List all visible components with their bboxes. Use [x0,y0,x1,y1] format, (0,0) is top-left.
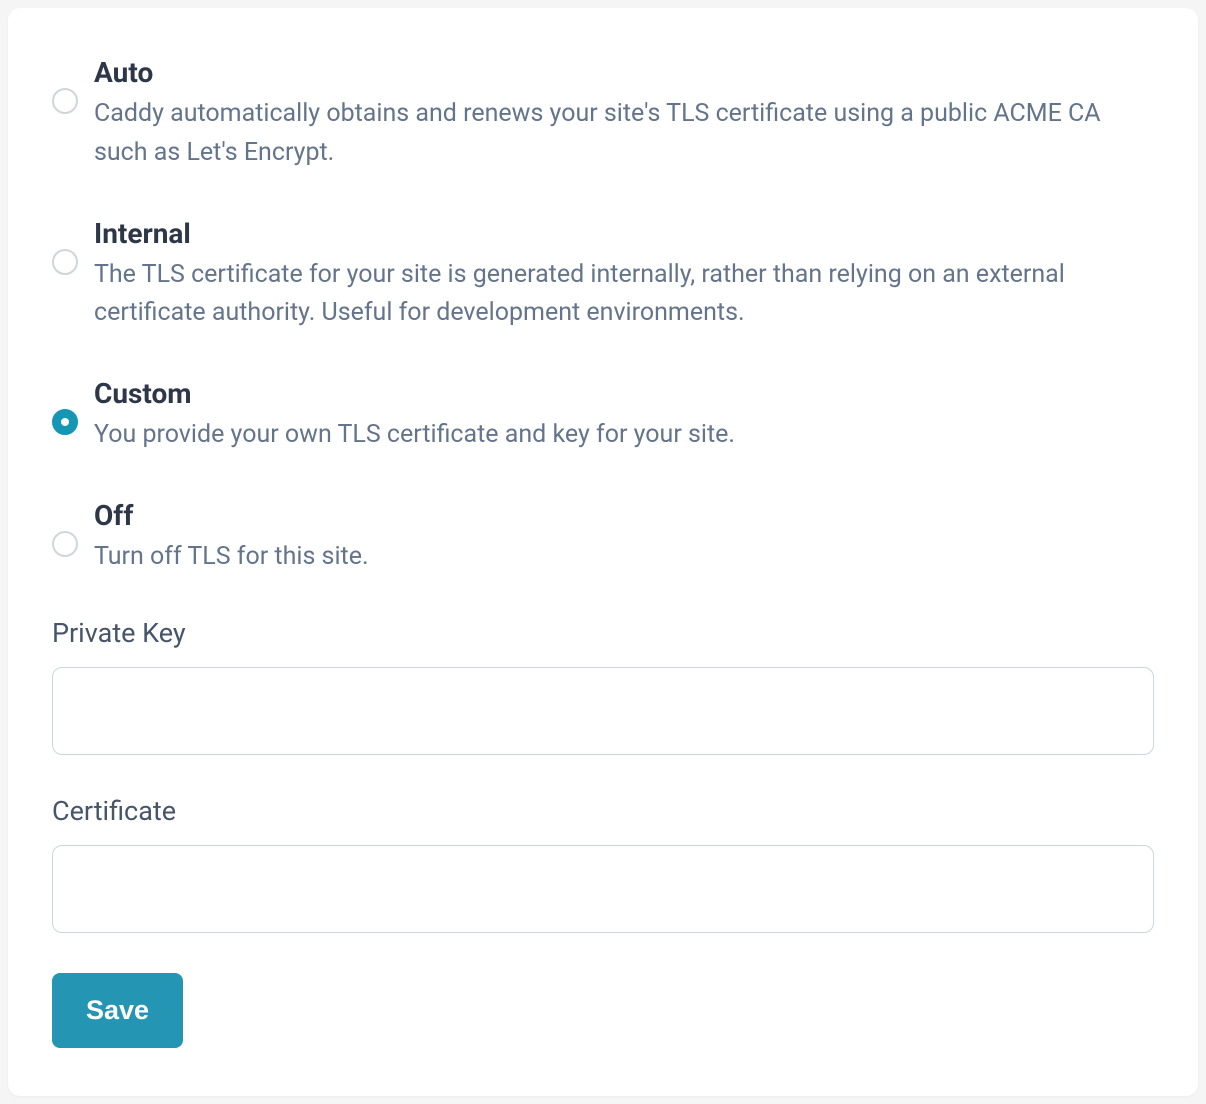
tls-option-internal[interactable]: Internal The TLS certificate for your si… [52,217,1154,334]
radio-icon [52,88,78,114]
radio-title: Off [94,499,1154,532]
radio-title: Auto [94,56,1154,89]
certificate-field: Certificate [52,795,1154,937]
radio-content: Auto Caddy automatically obtains and ren… [94,56,1154,173]
radio-title: Internal [94,217,1154,250]
radio-content: Internal The TLS certificate for your si… [94,217,1154,334]
private-key-input[interactable] [52,667,1154,755]
radio-title: Custom [94,377,1154,410]
radio-icon [52,409,78,435]
radio-icon [52,531,78,557]
tls-settings-card: Auto Caddy automatically obtains and ren… [8,8,1198,1096]
private-key-field: Private Key [52,617,1154,759]
radio-description: You provide your own TLS certificate and… [94,416,1154,455]
private-key-label: Private Key [52,617,1154,649]
tls-option-custom[interactable]: Custom You provide your own TLS certific… [52,377,1154,455]
tls-mode-radio-group: Auto Caddy automatically obtains and ren… [52,56,1154,577]
tls-option-off[interactable]: Off Turn off TLS for this site. [52,499,1154,577]
radio-content: Custom You provide your own TLS certific… [94,377,1154,455]
save-button[interactable]: Save [52,973,183,1048]
radio-description: Turn off TLS for this site. [94,538,1154,577]
certificate-label: Certificate [52,795,1154,827]
certificate-input[interactable] [52,845,1154,933]
radio-content: Off Turn off TLS for this site. [94,499,1154,577]
radio-icon [52,249,78,275]
radio-description: The TLS certificate for your site is gen… [94,256,1154,334]
tls-option-auto[interactable]: Auto Caddy automatically obtains and ren… [52,56,1154,173]
radio-description: Caddy automatically obtains and renews y… [94,95,1154,173]
